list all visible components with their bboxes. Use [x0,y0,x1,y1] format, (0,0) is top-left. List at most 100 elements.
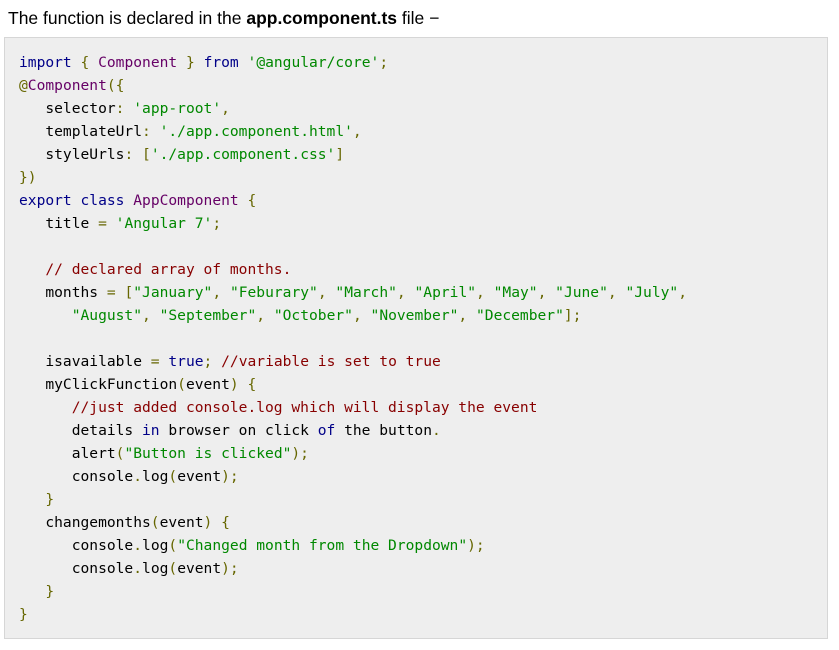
code-token: months [19,284,107,301]
code-token: browser on click [159,422,318,439]
code-token: , [396,284,406,301]
code-token: in [142,422,160,439]
code-token: , [352,307,362,324]
code-token: ( [168,560,178,577]
code-line: myClickFunction(event) { [19,373,687,396]
code-token: , [317,284,327,301]
code-line: selector: 'app-root', [19,97,687,120]
code-line: //just added console.log which will disp… [19,396,687,419]
code-token: event [177,468,222,485]
code-token: "Changed month from the Dropdown" [177,537,468,554]
code-token: event [185,376,230,393]
code-token: "October" [273,307,353,324]
code-line: import { Component } from '@angular/core… [19,51,687,74]
code-token: console [19,537,134,554]
code-token: , [221,100,230,117]
code-line: } [19,488,687,511]
code-token: "January" [133,284,213,301]
code-token: ); [291,445,309,462]
code-token: import [19,54,72,71]
code-token: myClickFunction [19,376,178,393]
code-token: { [221,514,230,531]
code-token: ; [212,215,222,232]
code-token: ( [168,537,178,554]
code-token: 'app-root' [133,100,222,117]
code-token: , [678,284,687,301]
code-token: isavailable [19,353,151,370]
code-token: } [185,54,195,71]
code-token: = [150,353,160,370]
code-token: , [476,284,485,301]
code-line: "August", "September", "October", "Novem… [19,304,687,327]
code-token: } [45,491,55,508]
code-token: console [19,468,134,485]
code-line: months = ["January", "Feburary", "March"… [19,281,687,304]
code-token: . [431,422,441,439]
code-token: ) [203,514,213,531]
code-token: ( [168,468,178,485]
code-token: { [247,192,257,209]
code-token: , [458,307,468,324]
code-token: ); [467,537,485,554]
code-token: log [142,468,169,485]
code-token: alert [19,445,116,462]
code-token: AppComponent [133,192,239,209]
code-token: styleUrls [19,146,125,163]
code-token: "Button is clicked" [124,445,292,462]
code-token: selector [19,100,116,117]
code-token: ); [221,560,239,577]
code-token: : [142,123,151,140]
code-line: } [19,580,687,603]
code-token: , [352,123,362,140]
code-token: log [142,537,169,554]
code-token: . [133,468,143,485]
code-line: templateUrl: './app.component.html', [19,120,687,143]
code-token: './app.component.html' [159,123,353,140]
code-token: // declared array of months. [45,261,292,278]
code-token: = [106,284,116,301]
code-line: console.log("Changed month from the Drop… [19,534,687,557]
code-token: Component [27,77,107,94]
code-line: }) [19,166,687,189]
code-line: console.log(event); [19,557,687,580]
code-token: "September" [159,307,257,324]
code-token: the button [335,422,432,439]
code-token: ({ [106,77,125,94]
code-block: import { Component } from '@angular/core… [4,37,828,639]
code-line: styleUrls: ['./app.component.css'] [19,143,687,166]
code-token: @ [19,77,28,94]
code-token: ) [229,376,239,393]
code-token: event [159,514,204,531]
code-token: Component [98,54,178,71]
code-line: details in browser on click of the butto… [19,419,687,442]
code-token: '@angular/core' [247,54,380,71]
code-token: ); [221,468,239,485]
code-token: //just added console.log which will disp… [71,399,538,416]
code-token: from [203,54,239,71]
code-token: . [133,560,143,577]
code-token: event [177,560,222,577]
code-token: title [19,215,99,232]
code-token: details [19,422,143,439]
code-token: ] [335,146,345,163]
